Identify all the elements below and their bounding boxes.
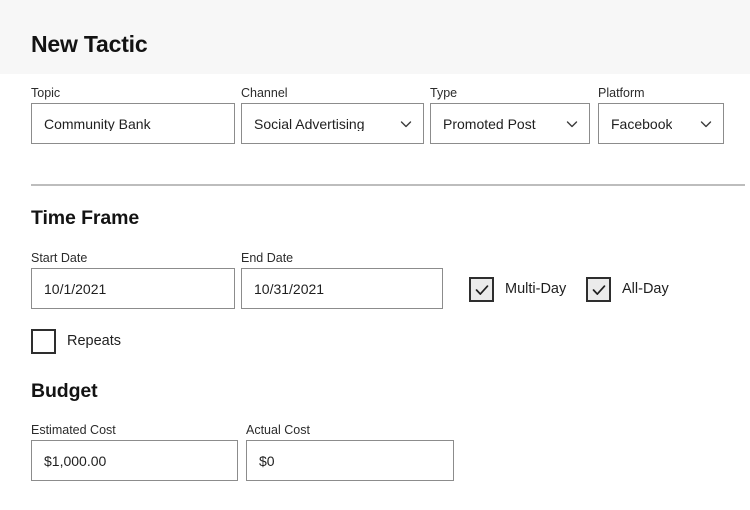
section-divider [31, 184, 745, 186]
channel-label: Channel [241, 86, 288, 100]
actual-cost-input[interactable]: $0 [246, 440, 454, 481]
all-day-label: All-Day [622, 281, 669, 298]
chevron-down-icon [565, 117, 579, 131]
page-title: New Tactic [31, 31, 148, 57]
all-day-checkbox[interactable] [586, 277, 611, 302]
repeats-checkbox[interactable] [31, 329, 56, 354]
channel-select[interactable]: Social Advertising [241, 103, 424, 144]
start-date-input[interactable]: 10/1/2021 [31, 268, 235, 309]
topic-label: Topic [31, 86, 61, 100]
platform-select[interactable]: Facebook [598, 103, 724, 144]
all-day-checkbox-row[interactable]: All-Day [586, 277, 669, 302]
check-icon [592, 284, 605, 295]
estimated-cost-label: Estimated Cost [31, 423, 116, 437]
multi-day-checkbox[interactable] [469, 277, 494, 302]
chevron-down-icon [699, 117, 713, 131]
time-frame-heading: Time Frame [31, 207, 140, 229]
end-date-input[interactable]: 10/31/2021 [241, 268, 443, 309]
topic-value: Community Bank [44, 116, 151, 131]
end-date-value: 10/31/2021 [254, 281, 325, 296]
chevron-down-icon [399, 117, 413, 131]
actual-cost-label: Actual Cost [246, 423, 310, 437]
multi-day-checkbox-row[interactable]: Multi-Day [469, 277, 566, 302]
platform-value: Facebook [611, 116, 673, 131]
actual-cost-value: $0 [259, 453, 275, 468]
multi-day-label: Multi-Day [505, 281, 567, 298]
end-date-label: End Date [241, 251, 294, 265]
repeats-label: Repeats [67, 333, 122, 350]
budget-heading: Budget [31, 380, 98, 402]
start-date-label: Start Date [31, 251, 88, 265]
page-header: New Tactic [0, 0, 750, 74]
topic-input[interactable]: Community Bank [31, 103, 235, 144]
estimated-cost-value: $1,000.00 [44, 453, 107, 468]
type-value: Promoted Post [443, 116, 536, 131]
platform-label: Platform [598, 86, 645, 100]
start-date-value: 10/1/2021 [44, 281, 107, 296]
type-select[interactable]: Promoted Post [430, 103, 590, 144]
type-label: Type [430, 86, 458, 100]
repeats-checkbox-row[interactable]: Repeats [31, 329, 121, 354]
check-icon [475, 284, 488, 295]
channel-value: Social Advertising [254, 116, 365, 131]
estimated-cost-input[interactable]: $1,000.00 [31, 440, 238, 481]
